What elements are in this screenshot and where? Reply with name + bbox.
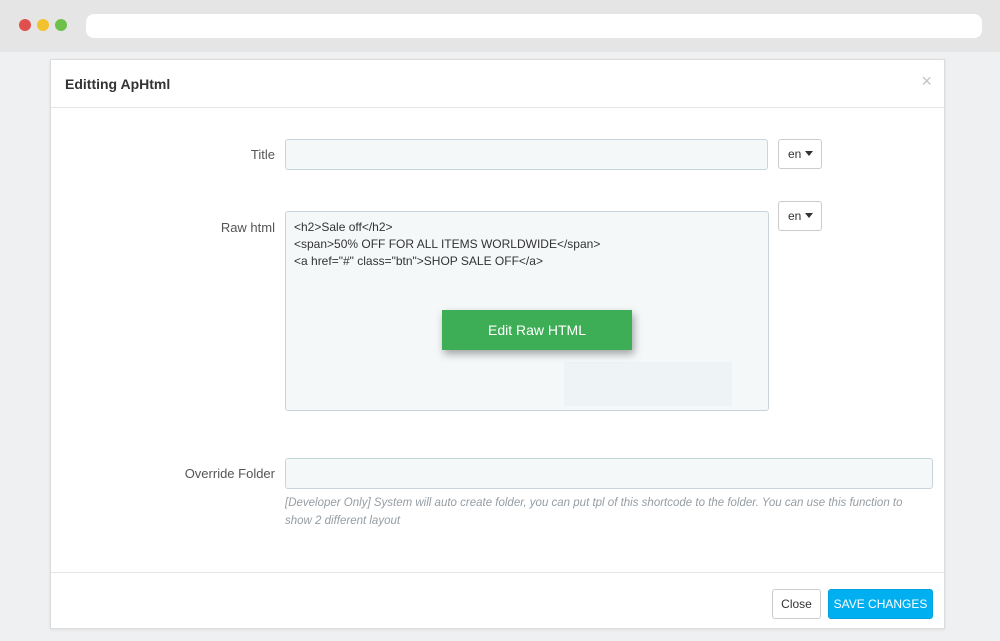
window-minimize-dot[interactable] <box>37 19 49 31</box>
close-button[interactable]: Close <box>772 589 821 619</box>
raw-html-language-dropdown[interactable]: en <box>778 201 822 231</box>
caret-down-icon <box>805 213 814 219</box>
modal-title: Editting ApHtml <box>65 76 171 92</box>
override-folder-help: [Developer Only] System will auto create… <box>285 497 903 527</box>
raw-html-label: Raw html <box>220 220 275 235</box>
browser-chrome <box>0 0 1000 52</box>
raw-html-language-label: en <box>788 209 802 223</box>
title-label: Title <box>250 147 275 162</box>
caret-down-icon <box>805 151 814 157</box>
close-icon[interactable]: × <box>921 72 932 90</box>
raw-html-editor[interactable]: <h2>Sale off</h2> <span>50% OFF FOR ALL … <box>285 211 769 411</box>
raw-html-line: <a href="#" class="btn">SHOP SALE OFF</a… <box>294 254 543 268</box>
title-language-dropdown[interactable]: en <box>778 139 822 169</box>
window-close-dot[interactable] <box>19 19 31 31</box>
title-input[interactable] <box>285 139 768 170</box>
save-changes-button[interactable]: SAVE CHANGES <box>828 589 933 619</box>
modal-header: Editting ApHtml × <box>51 60 944 108</box>
override-folder-label: Override Folder <box>184 466 275 481</box>
modal-footer: Close SAVE CHANGES <box>51 572 944 630</box>
override-folder-input[interactable] <box>285 458 933 489</box>
address-bar[interactable] <box>86 14 982 38</box>
raw-html-line: <h2>Sale off</h2> <box>294 220 393 234</box>
edit-raw-html-button[interactable]: Edit Raw HTML <box>442 310 632 350</box>
title-language-label: en <box>788 147 802 161</box>
raw-html-line: <span>50% OFF FOR ALL ITEMS WORLDWIDE</s… <box>294 237 601 251</box>
editor-shadow-block <box>564 362 732 406</box>
window-maximize-dot[interactable] <box>55 19 67 31</box>
edit-modal: Editting ApHtml × Title en Raw html <h2>… <box>50 59 945 629</box>
